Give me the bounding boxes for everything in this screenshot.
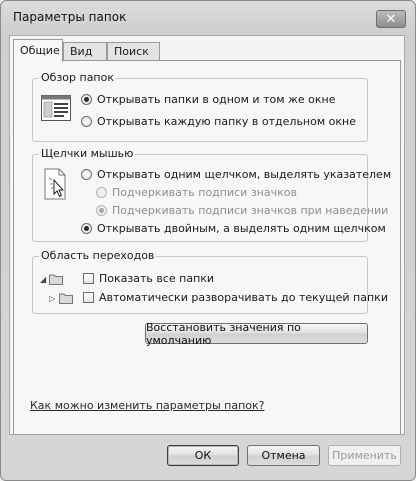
folder-options-dialog: Параметры папок ✕ Общие Вид Поиск Обзор … (0, 0, 416, 481)
auto-expand-checkbox[interactable] (83, 292, 94, 303)
ok-button[interactable]: ОК (167, 445, 239, 466)
close-button[interactable]: ✕ (376, 10, 406, 28)
click-items-group: Щелчки мышью Открывать одним щелчком, вы… (32, 147, 391, 242)
single-click-radio[interactable] (81, 169, 92, 180)
browse-folders-legend: Обзор папок (39, 71, 116, 84)
open-same-window-radio[interactable] (81, 94, 92, 105)
underline-hover-radio[interactable] (96, 205, 107, 216)
click-items-legend: Щелчки мышью (39, 147, 136, 160)
open-new-window-label: Открывать каждую папку в отдельном окне (97, 115, 356, 128)
mouse-pointer-icon (44, 168, 66, 200)
tab-search-label: Поиск (114, 45, 149, 58)
underline-hover-option[interactable]: Подчеркивать подписи значков при наведен… (96, 204, 388, 217)
tab-general[interactable]: Общие (13, 39, 63, 62)
tree-collapsed-icon: ▷ (49, 294, 56, 303)
tab-search[interactable]: Поиск (107, 42, 160, 61)
apply-button[interactable]: Применить (328, 445, 401, 466)
browse-folders-group: Обзор папок Открывать папки в одном и то… (32, 71, 368, 142)
restore-defaults-button[interactable]: Восстановить значения по умолчанию (145, 321, 368, 347)
window-preview-icon (41, 95, 71, 121)
tab-view[interactable]: Вид (63, 42, 107, 61)
show-all-folders-checkbox[interactable] (83, 273, 94, 284)
general-tab-panel: Обзор папок Открывать папки в одном и то… (13, 60, 401, 435)
tab-view-label: Вид (70, 45, 93, 58)
open-same-window-label: Открывать папки в одном и том же окне (97, 93, 336, 106)
auto-expand-option[interactable]: Автоматически разворачивать до текущей п… (83, 291, 388, 304)
navigation-pane-legend: Область переходов (39, 249, 157, 262)
window-title: Параметры папок (13, 10, 127, 24)
title-bar[interactable]: Параметры папок ✕ (1, 1, 415, 35)
show-all-folders-option[interactable]: Показать все папки (83, 272, 214, 285)
help-link[interactable]: Как можно изменить параметры папок? (30, 399, 264, 412)
close-icon: ✕ (385, 11, 397, 27)
double-click-option[interactable]: Открывать двойным, а выделять одним щелч… (81, 222, 386, 235)
open-new-window-option[interactable]: Открывать каждую папку в отдельном окне (81, 115, 356, 128)
folder-icon (49, 274, 63, 285)
underline-always-radio[interactable] (96, 187, 107, 198)
underline-always-label: Подчеркивать подписи значков (112, 186, 297, 199)
open-same-window-option[interactable]: Открывать папки в одном и том же окне (81, 93, 336, 106)
double-click-radio[interactable] (81, 223, 92, 234)
underline-hover-label: Подчеркивать подписи значков при наведен… (112, 204, 389, 217)
navigation-pane-group: Область переходов ◢ Показать все папки ▷… (32, 249, 388, 314)
cancel-button[interactable]: Отмена (247, 445, 320, 466)
open-new-window-radio[interactable] (81, 116, 92, 127)
show-all-folders-label: Показать все папки (99, 272, 215, 285)
single-click-option[interactable]: Открывать одним щелчком, выделять указат… (81, 168, 391, 181)
auto-expand-label: Автоматически разворачивать до текущей п… (99, 291, 388, 304)
double-click-label: Открывать двойным, а выделять одним щелч… (97, 222, 386, 235)
underline-always-option[interactable]: Подчеркивать подписи значков (96, 186, 297, 199)
tab-general-label: Общие (20, 44, 60, 57)
single-click-label: Открывать одним щелчком, выделять указат… (97, 168, 392, 181)
tree-expanded-icon: ◢ (40, 275, 47, 284)
subfolder-icon (59, 293, 73, 304)
